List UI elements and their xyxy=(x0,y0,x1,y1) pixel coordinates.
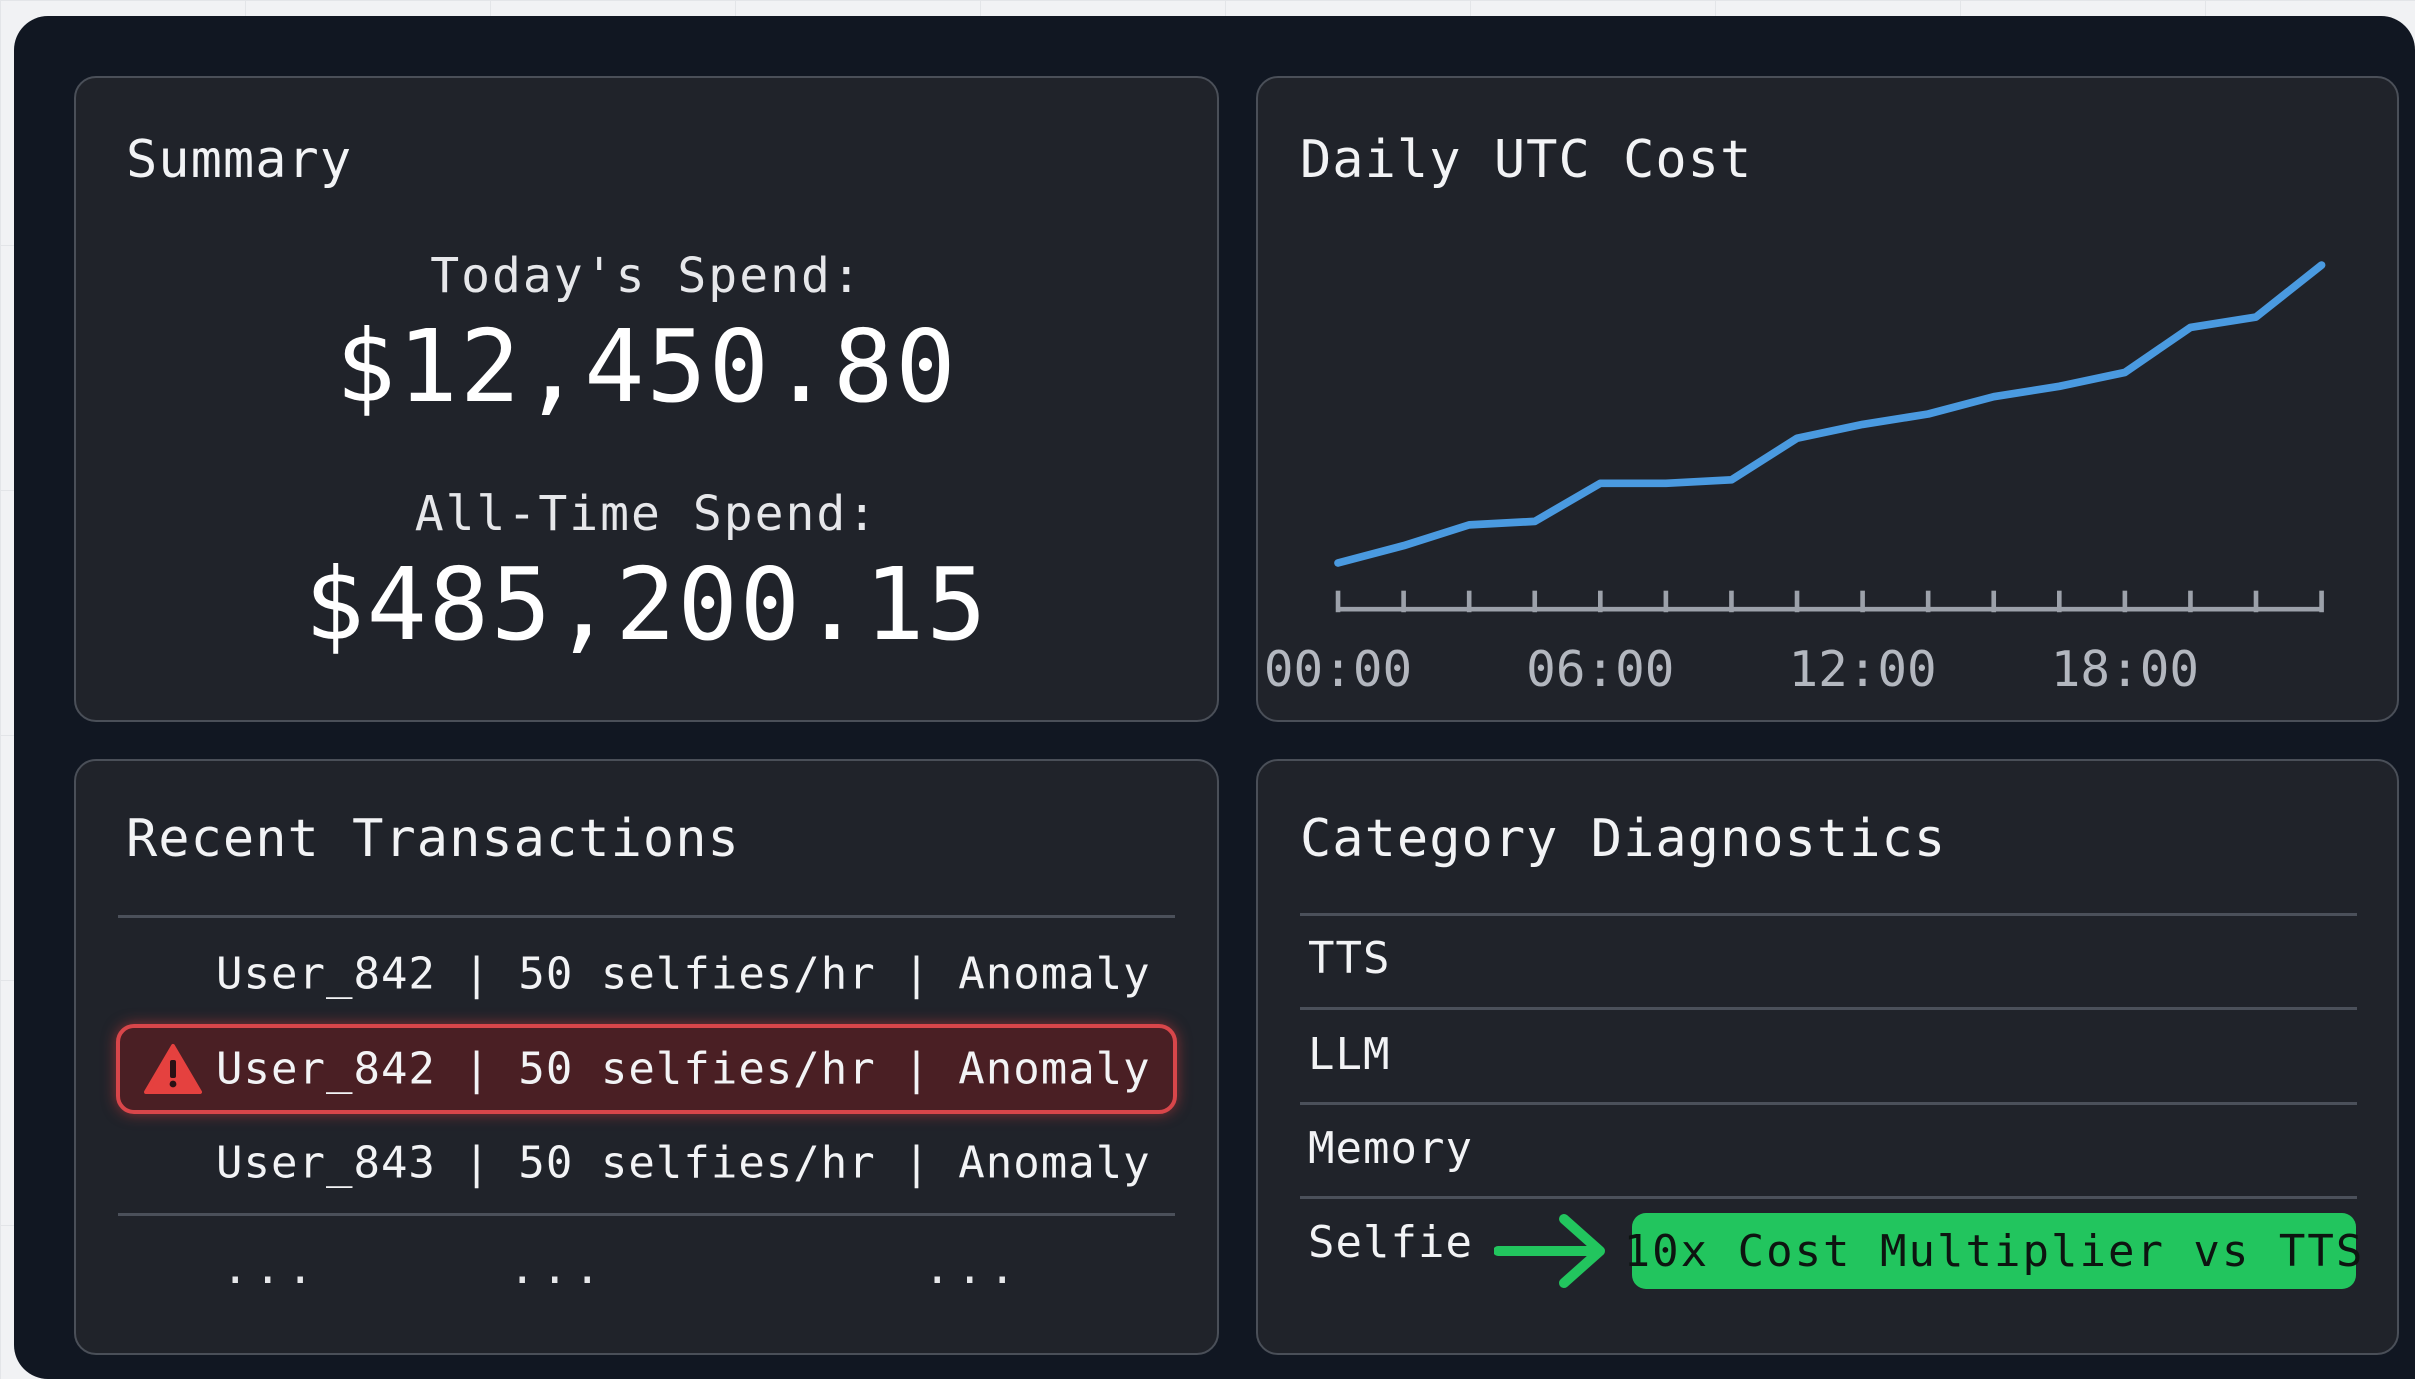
cost-data-point xyxy=(2252,313,2260,321)
today-spend-label: Today's Spend: xyxy=(430,248,863,304)
x-tick-label: 12:00 xyxy=(1788,640,1936,698)
daily-cost-chart: 00:00 06:00 12:00 18:00 xyxy=(1264,261,2326,698)
cost-multiplier-badge: 10x Cost Multiplier vs TTS xyxy=(1624,1213,2362,1289)
divider xyxy=(118,915,1175,918)
x-tick-label: 06:00 xyxy=(1526,640,1674,698)
divider xyxy=(118,1213,1175,1216)
cost-data-point xyxy=(1334,559,1342,567)
transactions-title: Recent Transactions xyxy=(126,809,740,869)
cost-data-point xyxy=(2056,383,2063,390)
category-memory[interactable]: Memory xyxy=(1308,1123,1473,1174)
divider xyxy=(1300,1196,2357,1199)
recent-transactions-panel: Recent Transactions User_842 | 50 selfie… xyxy=(74,759,1219,1355)
ellipsis-rate: ... xyxy=(509,1243,607,1294)
cost-data-point xyxy=(1662,480,1669,487)
daily-cost-panel: Daily UTC Cost 00:00 06:00 12:00 18:00 xyxy=(1256,76,2399,722)
category-llm[interactable]: LLM xyxy=(1308,1029,1390,1080)
cost-data-point xyxy=(1400,542,1407,549)
summary-title: Summary xyxy=(126,130,353,190)
arrow-right-icon xyxy=(1494,1214,1605,1288)
cost-data-point xyxy=(1990,393,1997,400)
transaction-text: User_843 | 50 selfies/hr | Anomaly xyxy=(216,1137,1151,1189)
cost-data-point xyxy=(2187,324,2194,331)
category-title: Category Diagnostics xyxy=(1300,809,1947,869)
today-spend-value: $12,450.80 xyxy=(335,308,958,425)
ellipsis-user: ... xyxy=(222,1243,320,1294)
transaction-text: User_842 | 50 selfies/hr | Anomaly xyxy=(216,1043,1151,1095)
cost-data-point xyxy=(2318,261,2325,269)
cost-data-point xyxy=(1466,521,1473,528)
alltime-spend-value: $485,200.15 xyxy=(304,546,989,663)
transaction-row-flagged[interactable]: User_842 | 50 selfies/hr | Anomaly xyxy=(116,1024,1177,1114)
transaction-row[interactable]: User_843 | 50 selfies/hr | Anomaly xyxy=(116,1118,1177,1208)
divider xyxy=(1300,1007,2357,1010)
cost-data-point xyxy=(1925,410,1932,418)
cost-data-point xyxy=(1728,476,1735,483)
dashboard-frame: Summary Today's Spend: $12,450.80 All-Ti… xyxy=(14,16,2415,1379)
summary-panel: Summary Today's Spend: $12,450.80 All-Ti… xyxy=(74,76,1219,722)
cost-data-point xyxy=(1859,421,1866,428)
divider xyxy=(1300,913,2357,916)
cost-series-line xyxy=(1334,261,2326,567)
cost-data-point xyxy=(2121,369,2128,376)
x-tick-label: 18:00 xyxy=(2051,640,2199,698)
category-tts[interactable]: TTS xyxy=(1308,933,1390,984)
ellipsis-status: ... xyxy=(924,1243,1022,1294)
transaction-text: User_842 | 50 selfies/hr | Anomaly xyxy=(216,948,1151,1000)
warning-triangle-icon xyxy=(144,1044,202,1094)
divider xyxy=(1300,1102,2357,1105)
category-diagnostics-panel: Category Diagnostics TTS LLM Memory Self… xyxy=(1256,759,2399,1355)
x-tick-label: 00:00 xyxy=(1264,640,1412,698)
cost-data-point xyxy=(1597,480,1604,487)
cost-data-point xyxy=(1793,435,1801,442)
transaction-row[interactable]: User_842 | 50 selfies/hr | Anomaly xyxy=(116,929,1177,1019)
cost-data-point xyxy=(1531,518,1538,525)
category-selfie[interactable]: Selfie xyxy=(1308,1217,1473,1268)
alltime-spend-label: All-Time Spend: xyxy=(414,486,879,542)
